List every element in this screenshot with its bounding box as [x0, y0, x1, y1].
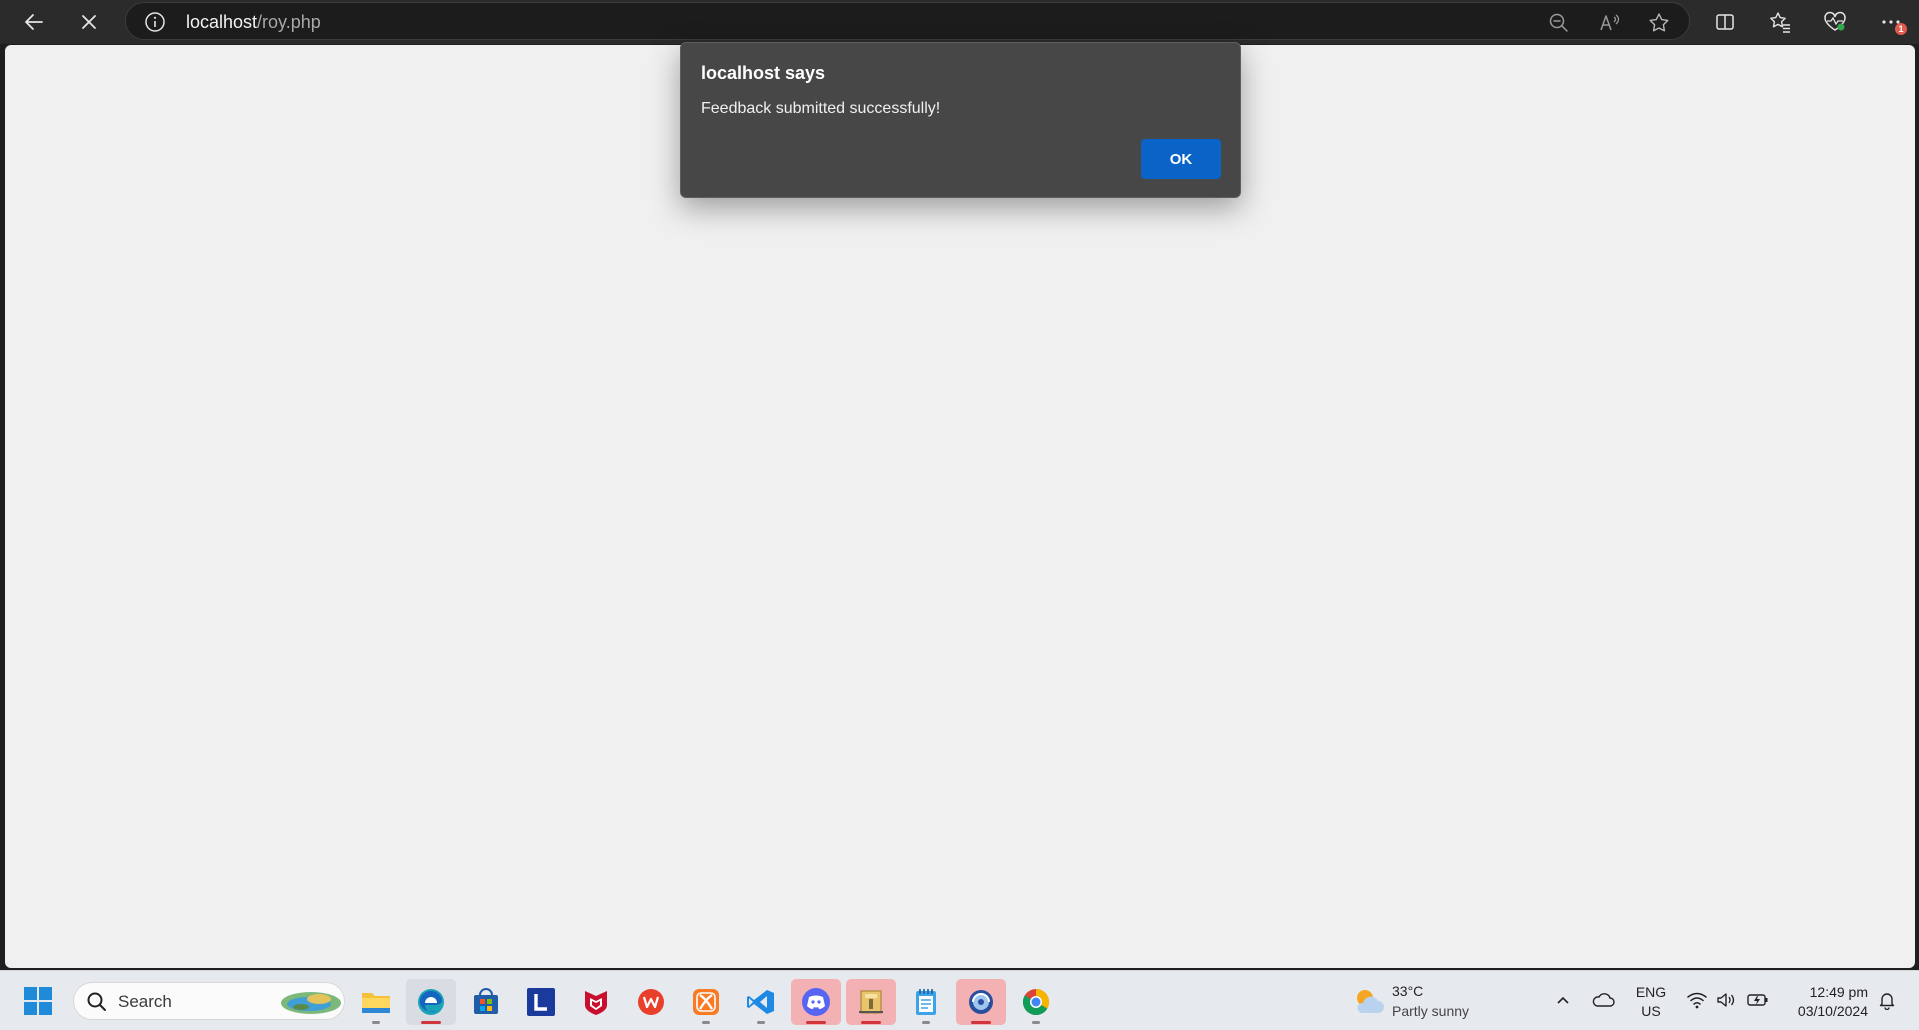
- edge-icon: [418, 989, 444, 1015]
- taskbar-archive-manager[interactable]: [846, 979, 896, 1025]
- store-icon: [474, 988, 498, 1014]
- language-code: ENG: [1635, 984, 1667, 1000]
- taskbar-notepad[interactable]: [901, 979, 951, 1025]
- start-button[interactable]: [22, 985, 54, 1017]
- taskbar-edge[interactable]: [406, 979, 456, 1025]
- taskbar-xampp[interactable]: [681, 979, 731, 1025]
- running-indicator: [702, 1021, 710, 1024]
- taskbar: Search 33°C Partly sunny ENG US 12:49 pm…: [0, 970, 1919, 1030]
- windows-logo-icon: [24, 987, 52, 1015]
- back-button[interactable]: [14, 4, 54, 40]
- taskbar-mcafee[interactable]: [571, 979, 621, 1025]
- clock-time: 12:49 pm: [1809, 984, 1868, 1000]
- running-indicator: [1032, 1021, 1040, 1024]
- alert-dialog: localhost says Feedback submitted succes…: [680, 42, 1241, 198]
- split-screen-icon[interactable]: [1708, 5, 1742, 39]
- archive-icon: [859, 990, 883, 1014]
- site-info-icon[interactable]: [144, 11, 166, 33]
- notification-badge: 1: [1895, 23, 1907, 35]
- running-indicator: [971, 1021, 991, 1024]
- browser-essentials-icon[interactable]: [1818, 5, 1852, 39]
- taskbar-wps-office[interactable]: [626, 979, 676, 1025]
- notepad-icon: [916, 989, 936, 1015]
- battery-icon[interactable]: [1745, 987, 1771, 1013]
- clock-date: 03/10/2024: [1797, 1003, 1868, 1019]
- network-app-icon: [969, 990, 993, 1014]
- browser-toolbar: localhost/roy.php 1: [0, 0, 1919, 44]
- url-text[interactable]: localhost/roy.php: [186, 12, 321, 33]
- mcafee-shield-icon: [585, 991, 607, 1015]
- language-indicator[interactable]: ENG US: [1633, 983, 1669, 1021]
- settings-menu-button[interactable]: 1: [1875, 5, 1909, 39]
- stop-loading-button[interactable]: [69, 4, 109, 40]
- favorite-star-icon[interactable]: [1646, 10, 1672, 36]
- search-label: Search: [118, 992, 172, 1011]
- running-indicator: [922, 1021, 930, 1024]
- xampp-icon: [693, 989, 719, 1015]
- chevron-up-icon: [1557, 996, 1569, 1004]
- wifi-icon[interactable]: [1684, 987, 1710, 1013]
- taskbar-l-app[interactable]: [516, 979, 566, 1025]
- onedrive-icon[interactable]: [1590, 987, 1616, 1013]
- chrome-icon: [1022, 988, 1050, 1016]
- running-indicator: [757, 1021, 765, 1024]
- weather-description: Partly sunny: [1392, 1003, 1470, 1019]
- partly-sunny-icon: [1357, 990, 1384, 1013]
- folder-icon: [362, 993, 390, 1013]
- read-aloud-icon[interactable]: [1597, 10, 1623, 36]
- taskbar-discord[interactable]: [791, 979, 841, 1025]
- l-app-icon: [527, 988, 555, 1016]
- taskbar-search[interactable]: Search: [73, 982, 345, 1020]
- bell-icon: [1879, 993, 1895, 1010]
- taskbar-vs-code[interactable]: [736, 979, 786, 1025]
- favorites-icon[interactable]: [1763, 5, 1797, 39]
- wps-icon: [638, 989, 664, 1015]
- back-arrow-icon: [25, 14, 43, 30]
- search-icon: [87, 992, 106, 1011]
- ok-button[interactable]: OK: [1141, 139, 1221, 179]
- running-indicator: [861, 1021, 881, 1024]
- clock[interactable]: 12:49 pm 03/10/2024: [1780, 983, 1868, 1021]
- weather-temperature: 33°C: [1392, 983, 1424, 999]
- close-icon: [82, 15, 96, 29]
- running-indicator: [372, 1021, 380, 1024]
- taskbar-microsoft-store[interactable]: [461, 979, 511, 1025]
- search-highlight-image: [281, 992, 341, 1014]
- taskbar-file-explorer[interactable]: [351, 979, 401, 1025]
- url-host: localhost: [186, 12, 258, 32]
- show-hidden-icons-button[interactable]: [1550, 987, 1576, 1013]
- vscode-icon: [747, 990, 774, 1014]
- taskbar-chrome[interactable]: [1011, 979, 1061, 1025]
- dialog-title: localhost says: [701, 63, 826, 83]
- dialog-message: Feedback submitted successfully!: [701, 100, 941, 117]
- address-bar[interactable]: localhost/roy.php: [125, 2, 1690, 40]
- discord-icon: [802, 988, 830, 1016]
- notification-bell-button[interactable]: [1874, 987, 1900, 1013]
- weather-widget[interactable]: 33°C Partly sunny: [1352, 981, 1502, 1023]
- taskbar-network-app[interactable]: [956, 979, 1006, 1025]
- volume-icon[interactable]: [1713, 987, 1739, 1013]
- running-indicator: [806, 1021, 826, 1024]
- running-indicator: [421, 1021, 441, 1024]
- url-path: /roy.php: [257, 12, 321, 32]
- zoom-out-icon[interactable]: [1546, 10, 1572, 36]
- region-code: US: [1641, 1003, 1661, 1019]
